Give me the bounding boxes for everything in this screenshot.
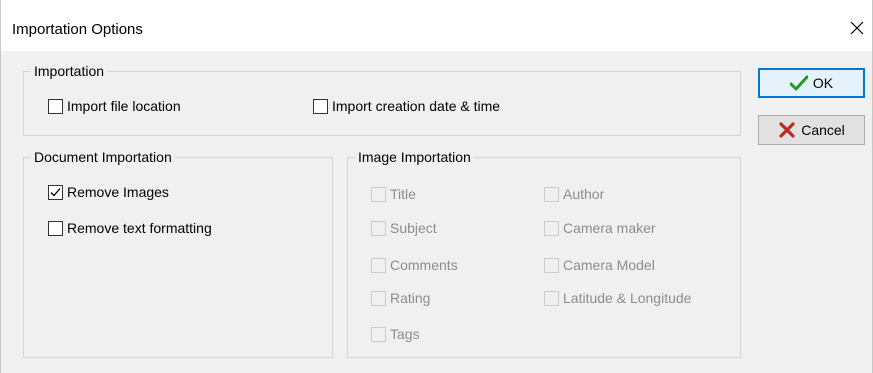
image-camera-model-label: Camera Model — [563, 257, 655, 273]
image-latitude-longitude-label: Latitude & Longitude — [563, 290, 692, 306]
document-importation-group: Document Importation Remove Images Remov… — [23, 149, 333, 358]
remove-images-label: Remove Images — [67, 184, 169, 200]
remove-text-formatting-label: Remove text formatting — [67, 220, 212, 236]
image-title-checkbox[interactable]: Title — [371, 186, 416, 202]
close-button[interactable] — [842, 10, 872, 46]
check-icon — [789, 75, 808, 91]
cancel-button-label: Cancel — [801, 122, 845, 138]
image-tags-checkbox[interactable]: Tags — [371, 326, 420, 342]
ok-button[interactable]: OK — [758, 68, 865, 98]
image-rating-label: Rating — [390, 290, 431, 306]
checkbox-box[interactable] — [313, 98, 328, 114]
image-comments-checkbox[interactable]: Comments — [371, 257, 458, 273]
document-importation-legend: Document Importation — [31, 149, 175, 165]
image-author-checkbox[interactable]: Author — [544, 186, 604, 202]
checkbox-box[interactable] — [544, 257, 559, 273]
x-icon — [779, 122, 795, 138]
checkmark-icon — [50, 187, 61, 196]
checkbox-box[interactable] — [371, 326, 386, 342]
window-title: Importation Options — [12, 21, 143, 38]
image-importation-group: Image Importation Title Subject Comments… — [347, 149, 741, 358]
close-icon — [850, 21, 864, 35]
checkbox-box[interactable] — [371, 257, 386, 273]
image-subject-label: Subject — [390, 220, 437, 236]
checkbox-box[interactable] — [544, 186, 559, 202]
remove-text-formatting-checkbox[interactable]: Remove text formatting — [48, 220, 212, 236]
import-creation-date-label: Import creation date & time — [332, 98, 501, 114]
image-camera-maker-checkbox[interactable]: Camera maker — [544, 220, 656, 236]
import-creation-date-checkbox[interactable]: Import creation date & time — [313, 98, 500, 114]
importation-legend: Importation — [31, 63, 108, 79]
import-file-location-label: Import file location — [67, 98, 181, 114]
importation-options-dialog: Importation Options Importation Import f… — [0, 0, 873, 373]
checkbox-box[interactable] — [48, 98, 63, 114]
checkbox-box[interactable] — [48, 220, 63, 236]
image-latitude-longitude-checkbox[interactable]: Latitude & Longitude — [544, 290, 691, 306]
import-file-location-checkbox[interactable]: Import file location — [48, 98, 181, 114]
cancel-button[interactable]: Cancel — [758, 115, 865, 145]
checkbox-box[interactable] — [371, 220, 386, 236]
image-title-label: Title — [390, 186, 416, 202]
image-author-label: Author — [563, 186, 605, 202]
image-rating-checkbox[interactable]: Rating — [371, 290, 430, 306]
image-comments-label: Comments — [390, 257, 458, 273]
checkbox-box[interactable] — [544, 220, 559, 236]
checkbox-box[interactable] — [371, 186, 386, 202]
checkbox-box-checked[interactable] — [48, 184, 63, 200]
checkbox-box[interactable] — [544, 290, 559, 306]
remove-images-checkbox[interactable]: Remove Images — [48, 184, 169, 200]
ok-button-label: OK — [812, 75, 834, 91]
image-camera-maker-label: Camera maker — [563, 220, 656, 236]
image-importation-legend: Image Importation — [355, 149, 474, 165]
image-tags-label: Tags — [390, 326, 420, 342]
checkbox-box[interactable] — [371, 290, 386, 306]
importation-group: Importation Import file location Import … — [23, 63, 741, 136]
title-bar: Importation Options — [1, 0, 872, 51]
image-camera-model-checkbox[interactable]: Camera Model — [544, 257, 655, 273]
image-subject-checkbox[interactable]: Subject — [371, 220, 437, 236]
